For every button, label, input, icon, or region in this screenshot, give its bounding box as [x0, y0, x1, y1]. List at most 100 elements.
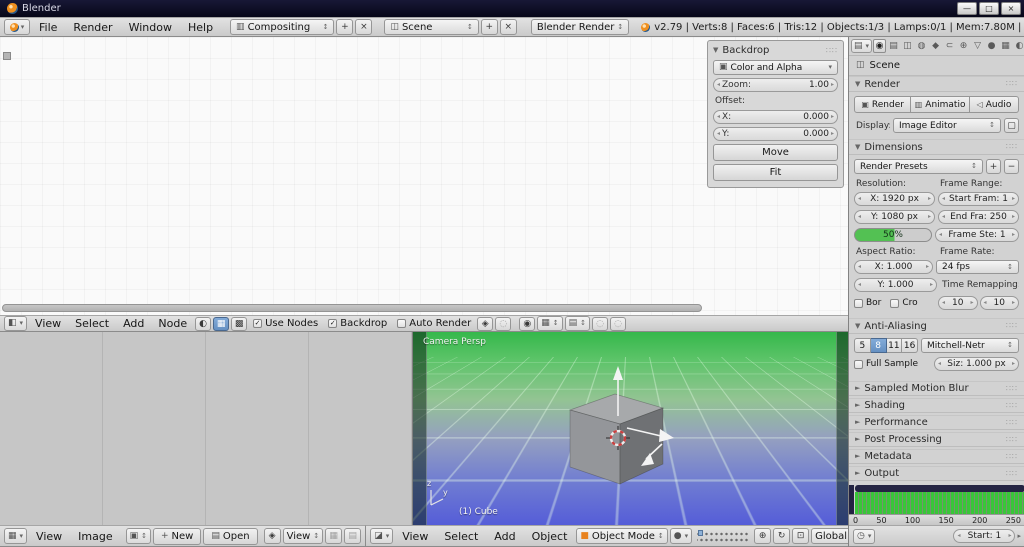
tab-texture[interactable]: ▦ [999, 39, 1012, 53]
tab-physics[interactable]: ◐ [1013, 39, 1024, 53]
backdrop-fit-button[interactable]: Fit [713, 164, 838, 181]
backdrop-offset-y-field[interactable]: ◂ Y: 0.000 ▸ [713, 127, 838, 141]
audio-button[interactable]: ◁ Audio [970, 96, 1019, 113]
start-frame-field[interactable]: ◂ Start Fram: 1 ▸ [938, 192, 1019, 206]
resolution-y-field[interactable]: ◂ Y: 1080 px ▸ [854, 210, 935, 224]
maximize-button[interactable]: □ [979, 2, 999, 15]
panel-grip-icon[interactable]: ∷∷ [826, 47, 838, 55]
open-image-button[interactable]: ▤ Open [203, 528, 257, 545]
add-layout-button[interactable]: + [336, 19, 353, 35]
panel-grip-icon[interactable]: ∷∷ [1006, 402, 1018, 410]
backdrop-zoom-field[interactable]: ◂ Zoom: 1.00 ▸ [713, 78, 838, 92]
use-nodes-toggle[interactable]: ✓ Use Nodes [253, 318, 318, 329]
tab-object[interactable]: ◆ [929, 39, 942, 53]
tab-scene[interactable]: ◫ [901, 39, 914, 53]
menu-view[interactable]: View [29, 528, 69, 545]
backdrop-toggle[interactable]: ✓ Backdrop [328, 318, 387, 329]
tab-render-layers[interactable]: ▤ [887, 39, 900, 53]
aspect-y-field[interactable]: ◂ Y: 1.000 ▸ [854, 278, 937, 292]
paste-buffer-icon[interactable]: ◌ [610, 317, 626, 331]
add-scene-button[interactable]: + [481, 19, 498, 35]
delete-layout-button[interactable]: × [355, 19, 372, 35]
anti-aliasing-panel-header[interactable]: ▼ Anti-Aliasing ∷∷ [849, 318, 1024, 334]
menu-image[interactable]: Image [71, 528, 119, 545]
manipulator-scale-button[interactable]: ⊡ [792, 528, 809, 544]
backdrop-panel-header[interactable]: ▼ Backdrop ∷∷ [713, 44, 838, 57]
pin-icon[interactable]: ◈ [264, 528, 281, 544]
menu-node[interactable]: Node [152, 316, 193, 331]
delete-scene-button[interactable]: × [500, 19, 517, 35]
timeline-frame-bars[interactable] [855, 492, 1024, 514]
collapsed-node[interactable] [3, 52, 11, 60]
pin-icon[interactable]: ◈ [477, 317, 493, 331]
backdrop-move-button[interactable]: Move [713, 144, 838, 161]
close-button[interactable]: × [1001, 2, 1021, 15]
editor-type-selector[interactable]: ◪ ▾ [370, 528, 393, 544]
snap-toggle-icon[interactable]: ◌ [495, 317, 511, 331]
end-frame-field[interactable]: ◂ End Fra: 250 ▸ [938, 210, 1019, 224]
aa-samples-16-button[interactable]: 16 [902, 338, 918, 353]
node-editor-canvas[interactable]: ▼ Backdrop ∷∷ ▣ Color and Alpha ▾ ◂ Zoom… [0, 37, 848, 315]
panel-metadata[interactable]: ► Metadata ∷∷ [849, 449, 1024, 464]
aa-size-field[interactable]: ◂ Siz: 1.000 px ▸ [934, 357, 1019, 371]
timeline-vertical-scrollbar[interactable] [849, 485, 854, 514]
menu-add[interactable]: Add [487, 528, 522, 545]
menu-add[interactable]: Add [117, 316, 150, 331]
resolution-percentage-slider[interactable]: 50% [854, 228, 932, 242]
auto-render-toggle[interactable]: Auto Render [397, 318, 471, 329]
panel-grip-icon[interactable]: ∷∷ [1006, 470, 1018, 478]
viewer-layers-selector[interactable]: ▦ ↕ [537, 316, 562, 331]
render-presets-dropdown[interactable]: Render Presets ↕ [854, 159, 983, 174]
crop-checkbox[interactable] [890, 299, 899, 308]
compositing-nodes-toggle[interactable]: ▦ [213, 317, 229, 331]
editor-type-selector[interactable]: ◷ ▾ [853, 529, 875, 544]
panel-shading[interactable]: ► Shading ∷∷ [849, 398, 1024, 413]
display-new-window-button[interactable]: ▢ [1004, 118, 1019, 133]
border-checkbox[interactable] [854, 299, 863, 308]
texture-nodes-toggle[interactable]: ▩ [231, 317, 247, 331]
add-preset-button[interactable]: + [986, 159, 1001, 174]
aspect-x-field[interactable]: ◂ X: 1.000 ▸ [854, 260, 933, 274]
animation-button[interactable]: ▥ Animatio [911, 96, 970, 113]
display-dropdown[interactable]: Image Editor ↕ [893, 118, 1001, 133]
panel-grip-icon[interactable]: ∷∷ [1006, 419, 1018, 427]
panel-performance[interactable]: ► Performance ∷∷ [849, 415, 1024, 430]
menu-view[interactable]: View [29, 316, 67, 331]
copy-buffer-icon[interactable]: ◌ [592, 317, 608, 331]
layers-widget[interactable] [697, 530, 749, 543]
aa-filter-dropdown[interactable]: Mitchell-Netr ↕ [921, 338, 1019, 353]
render-panel-header[interactable]: ▼ Render ∷∷ [849, 76, 1024, 92]
panel-grip-icon[interactable]: ∷∷ [1006, 143, 1018, 151]
render-result-icon[interactable]: ◉ [519, 317, 535, 331]
timeline-ruler[interactable]: 0 50 100 150 200 250 [849, 514, 1024, 525]
panel-grip-icon[interactable]: ∷∷ [1006, 453, 1018, 461]
aa-samples-5-button[interactable]: 5 [854, 338, 871, 353]
new-image-button[interactable]: + New [153, 528, 201, 545]
frame-rate-dropdown[interactable]: 24 fps ↕ [936, 260, 1019, 274]
panel-grip-icon[interactable]: ∷∷ [1006, 322, 1018, 330]
backdrop-offset-x-field[interactable]: ◂ X: 0.000 ▸ [713, 110, 838, 124]
minimize-button[interactable]: — [957, 2, 977, 15]
panel-grip-icon[interactable]: ∷∷ [1006, 436, 1018, 444]
start-frame-field[interactable]: ◂ Start: 1 ▸ [953, 529, 1015, 543]
tab-constraints[interactable]: ⊂ [943, 39, 956, 53]
view-mode-dropdown[interactable]: View ↕ [283, 528, 324, 544]
remove-preset-button[interactable]: − [1004, 159, 1019, 174]
tab-world[interactable]: ◍ [915, 39, 928, 53]
panel-grip-icon[interactable]: ∷∷ [1006, 80, 1018, 88]
time-remap-old-field[interactable]: ◂ 10 ▸ [938, 296, 978, 310]
display-channels-icon[interactable]: ▦ [325, 528, 342, 544]
tab-render[interactable]: ◉ [873, 39, 886, 53]
menu-select[interactable]: Select [437, 528, 485, 545]
full-sample-checkbox[interactable] [854, 360, 863, 369]
menu-help[interactable]: Help [181, 19, 220, 36]
editor-type-selector[interactable]: ▦ ▾ [4, 528, 27, 544]
dimensions-panel-header[interactable]: ▼ Dimensions ∷∷ [849, 139, 1024, 155]
image-datablock-browser[interactable]: ▣ ↕ [126, 528, 151, 544]
info-editor-type-selector[interactable]: ▾ [4, 19, 30, 35]
frame-step-field[interactable]: ◂ Frame Ste: 1 ▸ [935, 228, 1019, 242]
manipulator-rotate-button[interactable]: ↻ [773, 528, 790, 544]
panel-post-processing[interactable]: ► Post Processing ∷∷ [849, 432, 1024, 447]
uv-options-icon[interactable]: ▤ [344, 528, 361, 544]
manipulator-translate-button[interactable]: ⊕ [754, 528, 771, 544]
